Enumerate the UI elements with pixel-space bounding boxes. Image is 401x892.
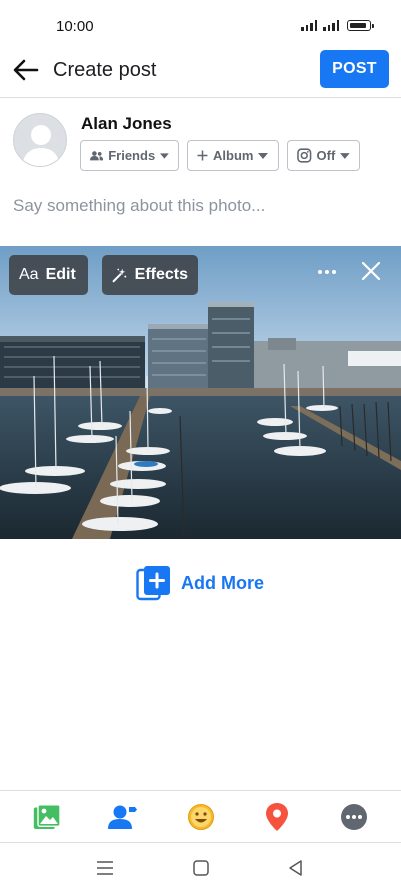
battery-icon (347, 20, 374, 31)
page-title: Create post (53, 59, 157, 81)
back-icon[interactable] (285, 858, 307, 878)
edit-text-button[interactable]: Aa Edit (9, 255, 88, 295)
add-more-label: Add More (181, 572, 264, 593)
signal-icon (301, 20, 317, 31)
location-icon (266, 803, 288, 831)
photo-button[interactable] (32, 802, 62, 832)
effects-label: Effects (134, 266, 188, 283)
tag-people-icon (108, 805, 137, 829)
photo-preview[interactable]: Aa Edit Effects (0, 246, 401, 539)
menu-icon[interactable] (94, 858, 116, 878)
album-label: Album (213, 148, 254, 163)
album-selector[interactable]: Album (187, 140, 279, 171)
text-aa-icon: Aa (19, 266, 39, 283)
edit-label: Edit (45, 266, 76, 283)
chevron-down-icon (258, 152, 269, 159)
signal-icon-2 (323, 20, 339, 31)
audience-selector[interactable]: Friends (80, 140, 179, 171)
avatar (13, 113, 67, 167)
friends-icon (90, 150, 104, 160)
remove-photo-icon[interactable] (360, 260, 382, 282)
status-bar: 10:00 (0, 0, 401, 50)
effects-button[interactable]: Effects (102, 255, 198, 295)
instagram-icon (297, 148, 312, 163)
back-arrow-icon[interactable] (12, 56, 40, 84)
location-button[interactable] (262, 802, 292, 832)
top-bar: Create post POST (0, 50, 401, 98)
status-icons (301, 20, 374, 31)
status-time: 10:00 (56, 18, 94, 35)
photo-icon (33, 804, 61, 829)
tag-people-button[interactable] (108, 802, 138, 832)
more-icon (341, 804, 367, 830)
add-more-button[interactable]: Add More (136, 565, 264, 601)
more-button[interactable] (339, 802, 369, 832)
instagram-label: Off (316, 148, 336, 163)
instagram-selector[interactable]: Off (287, 140, 360, 171)
feeling-icon (188, 804, 214, 830)
caption-input[interactable]: Say something about this photo... (13, 196, 265, 216)
system-nav-bar (0, 844, 401, 892)
audience-label: Friends (108, 148, 156, 163)
default-avatar-icon (22, 125, 60, 166)
chevron-down-icon (340, 152, 350, 159)
plus-icon (197, 150, 208, 161)
chevron-down-icon (160, 152, 169, 159)
add-photo-icon (136, 566, 170, 601)
post-button[interactable]: POST (320, 50, 389, 88)
composer-toolbar (0, 790, 401, 843)
home-icon[interactable] (190, 858, 212, 878)
feeling-button[interactable] (186, 802, 216, 832)
username: Alan Jones (81, 114, 172, 133)
magic-wand-icon (112, 268, 127, 283)
more-options-icon[interactable] (316, 265, 338, 279)
